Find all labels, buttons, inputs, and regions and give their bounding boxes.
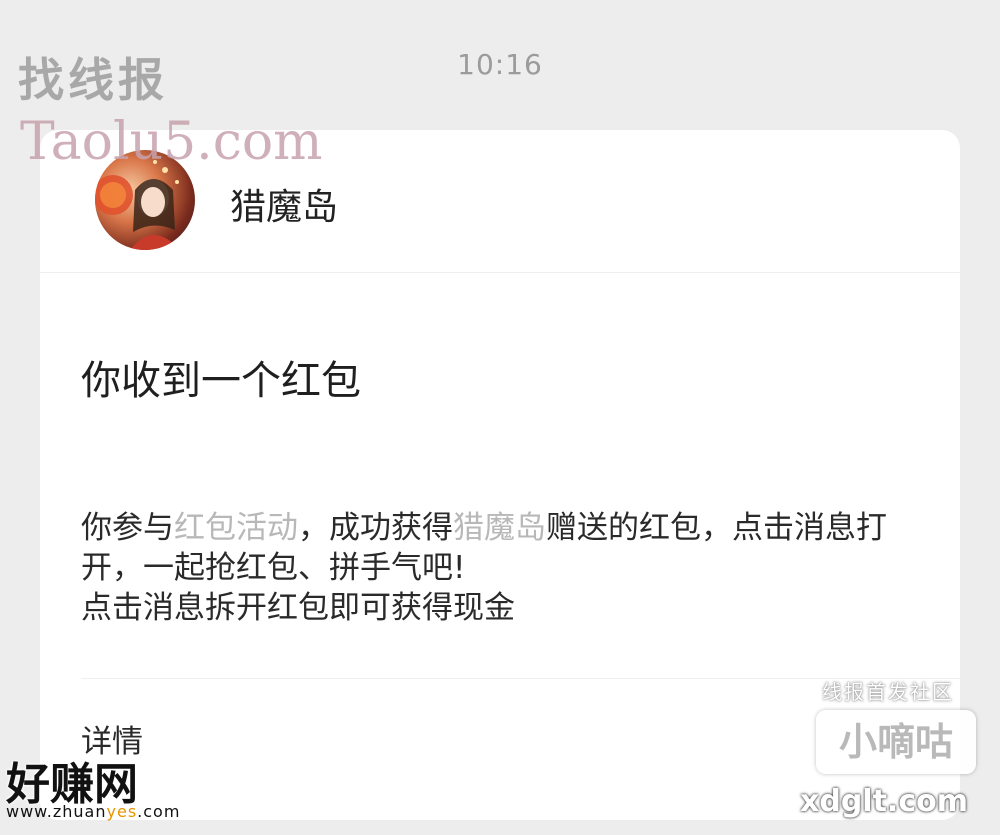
message-body: 你参与红包活动，成功获得猎魔岛赠送的红包，点击消息打开，一起抢红包、拼手气吧! … [81,508,931,628]
sender-name[interactable]: 猎魔岛 [230,178,338,230]
activity-link[interactable]: 红包活动 [174,510,298,546]
url-part-highlight: yes [106,802,138,821]
url-part: .com [137,802,181,821]
url-part: www.zhuan [6,802,107,821]
message-title: 你收到一个红包 [81,358,361,404]
watermark-top-left-cn: 找线报 [18,53,168,107]
body-text-line: 点击消息拆开红包即可获得现金 [81,590,515,626]
watermark-bottom-left-url: www.zhuanyes.com [6,802,180,821]
body-text-part: ，成功获得 [298,510,453,546]
screen: 10:16 猎魔岛 你收到一个红包 你参与红包活动，成功获得猎魔岛赠送的红包，点… [0,0,1000,835]
body-text-part: 你参与 [81,510,174,546]
watermark-top-left-en: Taolu5.com [20,112,323,172]
watermark-bottom-right-brand: 小嘀咕 [816,710,976,774]
sender-link[interactable]: 猎魔岛 [453,510,546,546]
watermark-bottom-right-url: xdglt.com [800,784,968,819]
watermark-bottom-right-small: 线报首发社区 [822,680,954,704]
